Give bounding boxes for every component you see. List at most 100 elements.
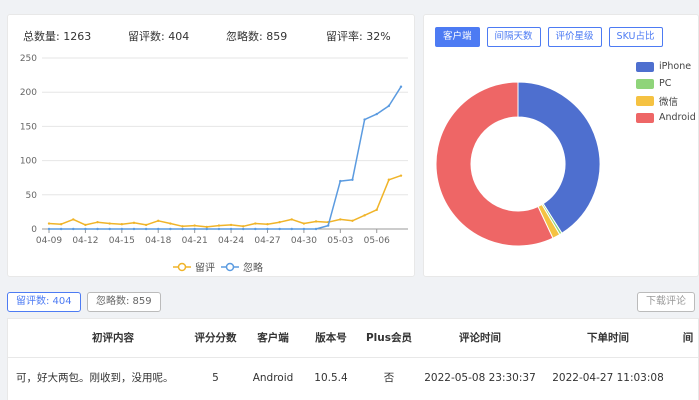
series-line-ignored [49,86,402,230]
x-tick-label: 04-21 [182,236,208,246]
cell-order-time: 2022-04-27 11:03:08 [552,372,664,384]
legend-swatch [636,78,654,89]
data-point [375,112,378,116]
legend-item-android[interactable]: Android [636,109,696,126]
y-tick-label: 50 [26,191,38,201]
trend-chart-card: 总数量: 1263 留评数: 404 忽略数: 859 留评率: 32% 0 50… [7,14,415,277]
data-point [120,223,124,226]
data-point [254,227,257,231]
data-point [72,218,75,221]
data-point [181,227,184,231]
cell-interval [678,359,698,397]
legend-item-iphone[interactable]: iPhone [636,58,696,75]
data-point [302,222,306,225]
table-header-row: 初评内容 评分分数 客户端 版本号 Plus会员 评论时间 下单时间 间 [8,319,698,358]
x-tick-label: 04-15 [109,236,135,246]
donut-chart [435,81,601,247]
column-header-interval: 间 [682,332,694,344]
data-point [314,227,318,231]
data-point [132,227,136,231]
data-point [278,220,281,224]
data-point [339,218,342,221]
x-tick-label: 05-06 [364,236,390,246]
data-point [351,178,354,181]
legend-item-pc[interactable]: PC [636,75,696,92]
data-point [120,227,124,231]
distribution-chart-card: 客户端 间隔天数 评价星级 SKU占比 iPhone PC 微信 Android [423,14,699,277]
column-header-score: 评分分数 [194,332,237,344]
legend-label: 微信 [659,96,679,108]
data-point [59,227,63,231]
data-point [351,219,354,222]
data-point [144,227,148,231]
download-reviews-button[interactable]: 下载评论 [637,292,695,312]
column-header-review-time: 评论时间 [459,332,501,344]
legend-item-reviews[interactable]: 留评 [173,259,215,274]
data-point [157,227,160,231]
legend-swatch [636,112,654,123]
data-point [47,227,51,231]
data-point [217,224,221,227]
data-point [205,227,208,231]
data-point [169,227,172,231]
legend-label: iPhone [659,61,692,72]
data-point [339,179,342,183]
data-point [363,214,366,217]
x-tick-label: 04-30 [291,236,317,246]
data-point [254,222,257,225]
data-point [108,222,111,225]
data-point [144,223,148,227]
legend-item-ignored[interactable]: 忽略 [221,259,263,274]
data-point [302,227,306,231]
x-tick-label: 05-03 [327,236,353,246]
data-point [132,221,136,225]
data-point [278,227,281,231]
data-point [290,218,293,221]
column-header-version: 版本号 [315,332,347,344]
column-header-order-time: 下单时间 [587,332,629,344]
data-point [399,85,403,88]
ignored-filter-button[interactable]: 忽略数: 859 [87,292,161,312]
data-point [108,227,111,231]
line-chart: 0 50 100 150 200 250 04-09 04-12 04-15 04-18 04-21… [20,54,408,246]
data-point [242,227,245,231]
data-point [229,227,233,231]
legend-label: PC [659,78,672,89]
column-header-plus: Plus会员 [365,332,413,344]
data-point [84,223,87,227]
cell-score: 5 [212,372,219,384]
y-tick-label: 0 [31,225,37,235]
x-tick-label: 04-18 [145,236,171,246]
reviews-table: 初评内容 评分分数 客户端 版本号 Plus会员 评论时间 下单时间 间 可，好… [7,318,699,400]
data-point [290,227,293,231]
legend-label: Android [659,112,696,123]
series-line-reviews [48,174,402,228]
legend-reviews-label: 留评 [195,263,215,274]
data-point [72,227,75,231]
data-point [193,224,196,227]
cell-content: 可，好大两包。刚收到，没用呢。 [16,372,174,384]
data-point [47,222,51,225]
data-point [205,225,208,229]
y-tick-label: 150 [20,122,37,132]
data-point [217,227,221,231]
x-tick-label: 04-12 [72,236,98,246]
table-row: 可，好大两包。刚收到，没用呢。 5 Android 10.5.4 否 2022-… [8,359,698,397]
x-tick-label: 04-27 [254,236,280,246]
data-point [96,220,99,224]
data-point [375,208,378,212]
cell-review-time: 2022-05-08 23:30:37 [424,372,536,384]
data-point [266,223,269,226]
column-header-content: 初评内容 [92,332,134,344]
data-point [193,227,196,231]
x-tick-label: 04-24 [218,236,244,246]
cell-client: Android [252,372,294,384]
data-point [387,178,391,181]
legend-ignored-label: 忽略 [243,263,263,274]
data-point [169,222,172,225]
legend-item-wechat[interactable]: 微信 [636,92,696,109]
reviews-filter-button[interactable]: 留评数: 404 [7,292,81,312]
data-point [84,227,87,231]
data-point [399,174,403,177]
donut-legend: iPhone PC 微信 Android [636,58,696,126]
